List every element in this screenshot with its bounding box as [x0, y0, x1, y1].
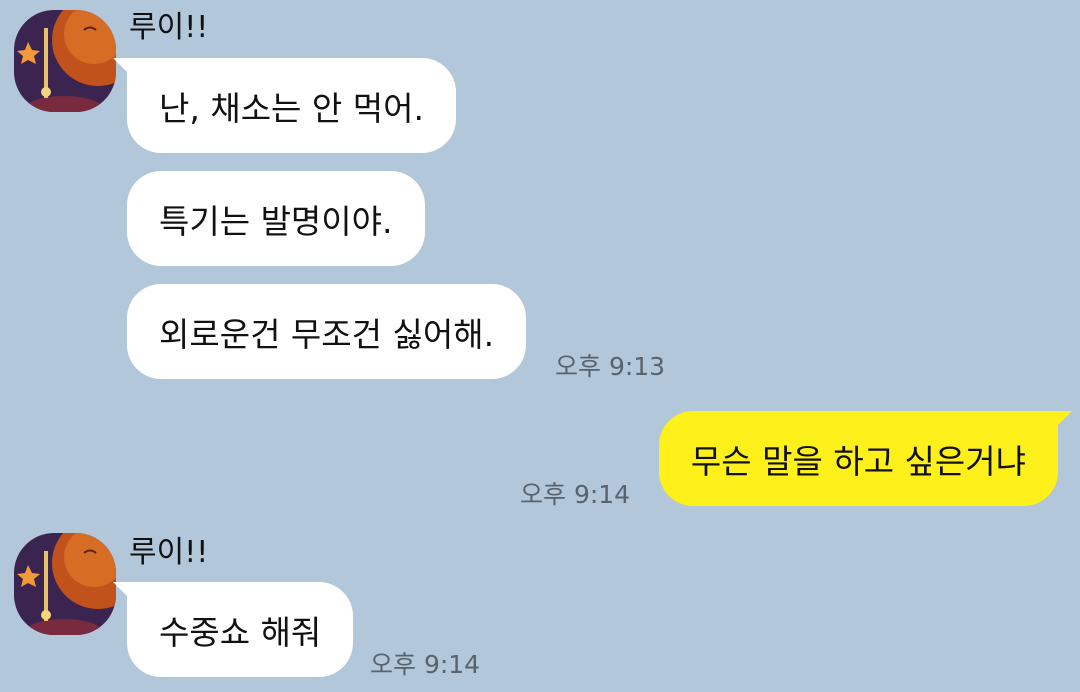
- message-timestamp: 오후 9:14: [520, 480, 631, 509]
- message-bubble[interactable]: 특기는 발명이야.: [127, 171, 425, 266]
- message-bubble[interactable]: 외로운건 무조건 싫어해.: [127, 284, 527, 379]
- profile-picture-icon: [14, 10, 116, 112]
- profile-picture-icon: [14, 533, 116, 635]
- message-bubble[interactable]: 무슨 말을 하고 싶은거냐: [658, 411, 1073, 506]
- avatar[interactable]: [14, 533, 116, 635]
- message-timestamp: 오후 9:13: [555, 352, 666, 381]
- sender-name: 루이!!: [129, 10, 209, 45]
- message-timestamp: 오후 9:14: [370, 650, 481, 679]
- message-bubble[interactable]: 난, 채소는 안 먹어.: [113, 58, 456, 153]
- avatar[interactable]: [14, 10, 116, 112]
- message-bubble[interactable]: 수중쇼 해줘: [112, 582, 354, 677]
- sender-name: 루이!!: [129, 535, 209, 570]
